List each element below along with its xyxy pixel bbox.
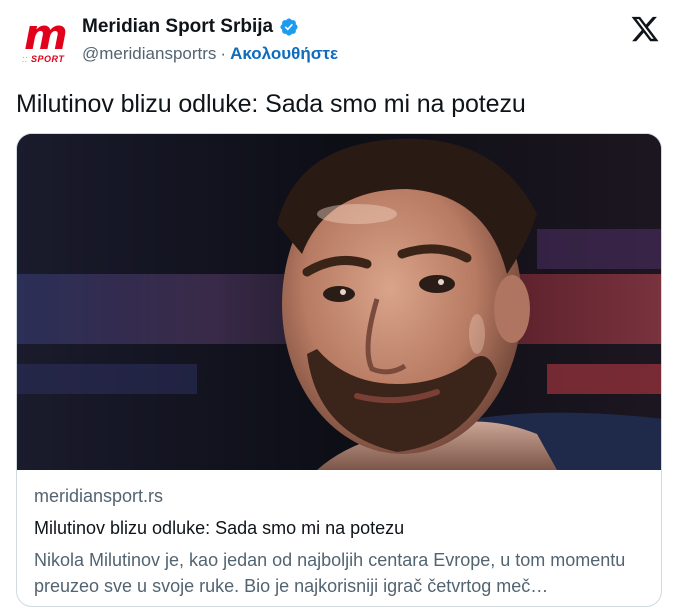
handle-separator: ·	[220, 44, 227, 63]
link-card[interactable]: meridiansport.rs Milutinov blizu odluke:…	[16, 133, 662, 607]
verified-badge-icon	[280, 18, 298, 36]
tweet-header: m :: SPORT Meridian Sport Srbija @meridi…	[16, 10, 664, 72]
account-handle[interactable]: @meridiansportrs	[82, 44, 216, 63]
account-name-row: Meridian Sport Srbija	[82, 16, 299, 38]
basketball-player-image	[17, 134, 661, 470]
card-description: Nikola Milutinov je, kao jedan od najbol…	[34, 550, 626, 596]
avatar-logo-letter: m	[24, 10, 68, 59]
avatar-logo-caption: :: SPORT	[22, 54, 65, 64]
x-logo-icon[interactable]	[630, 14, 660, 44]
card-body: meridiansport.rs Milutinov blizu odluke:…	[34, 486, 647, 599]
avatar[interactable]: m :: SPORT	[22, 10, 72, 66]
tweet-text: Milutinov blizu odluke: Sada smo mi na p…	[16, 90, 526, 118]
card-domain: meridiansport.rs	[34, 486, 164, 506]
follow-button[interactable]: Ακολουθήστε	[230, 44, 338, 63]
card-image[interactable]	[17, 134, 661, 470]
account-display-name[interactable]: Meridian Sport Srbija	[82, 16, 273, 38]
account-info: Meridian Sport Srbija @meridiansportrs · Α…	[82, 16, 338, 64]
card-title[interactable]: Milutinov blizu odluke: Sada smo mi na p…	[34, 518, 647, 539]
account-handle-row: @meridiansportrs · Ακολουθήστε	[82, 44, 338, 64]
